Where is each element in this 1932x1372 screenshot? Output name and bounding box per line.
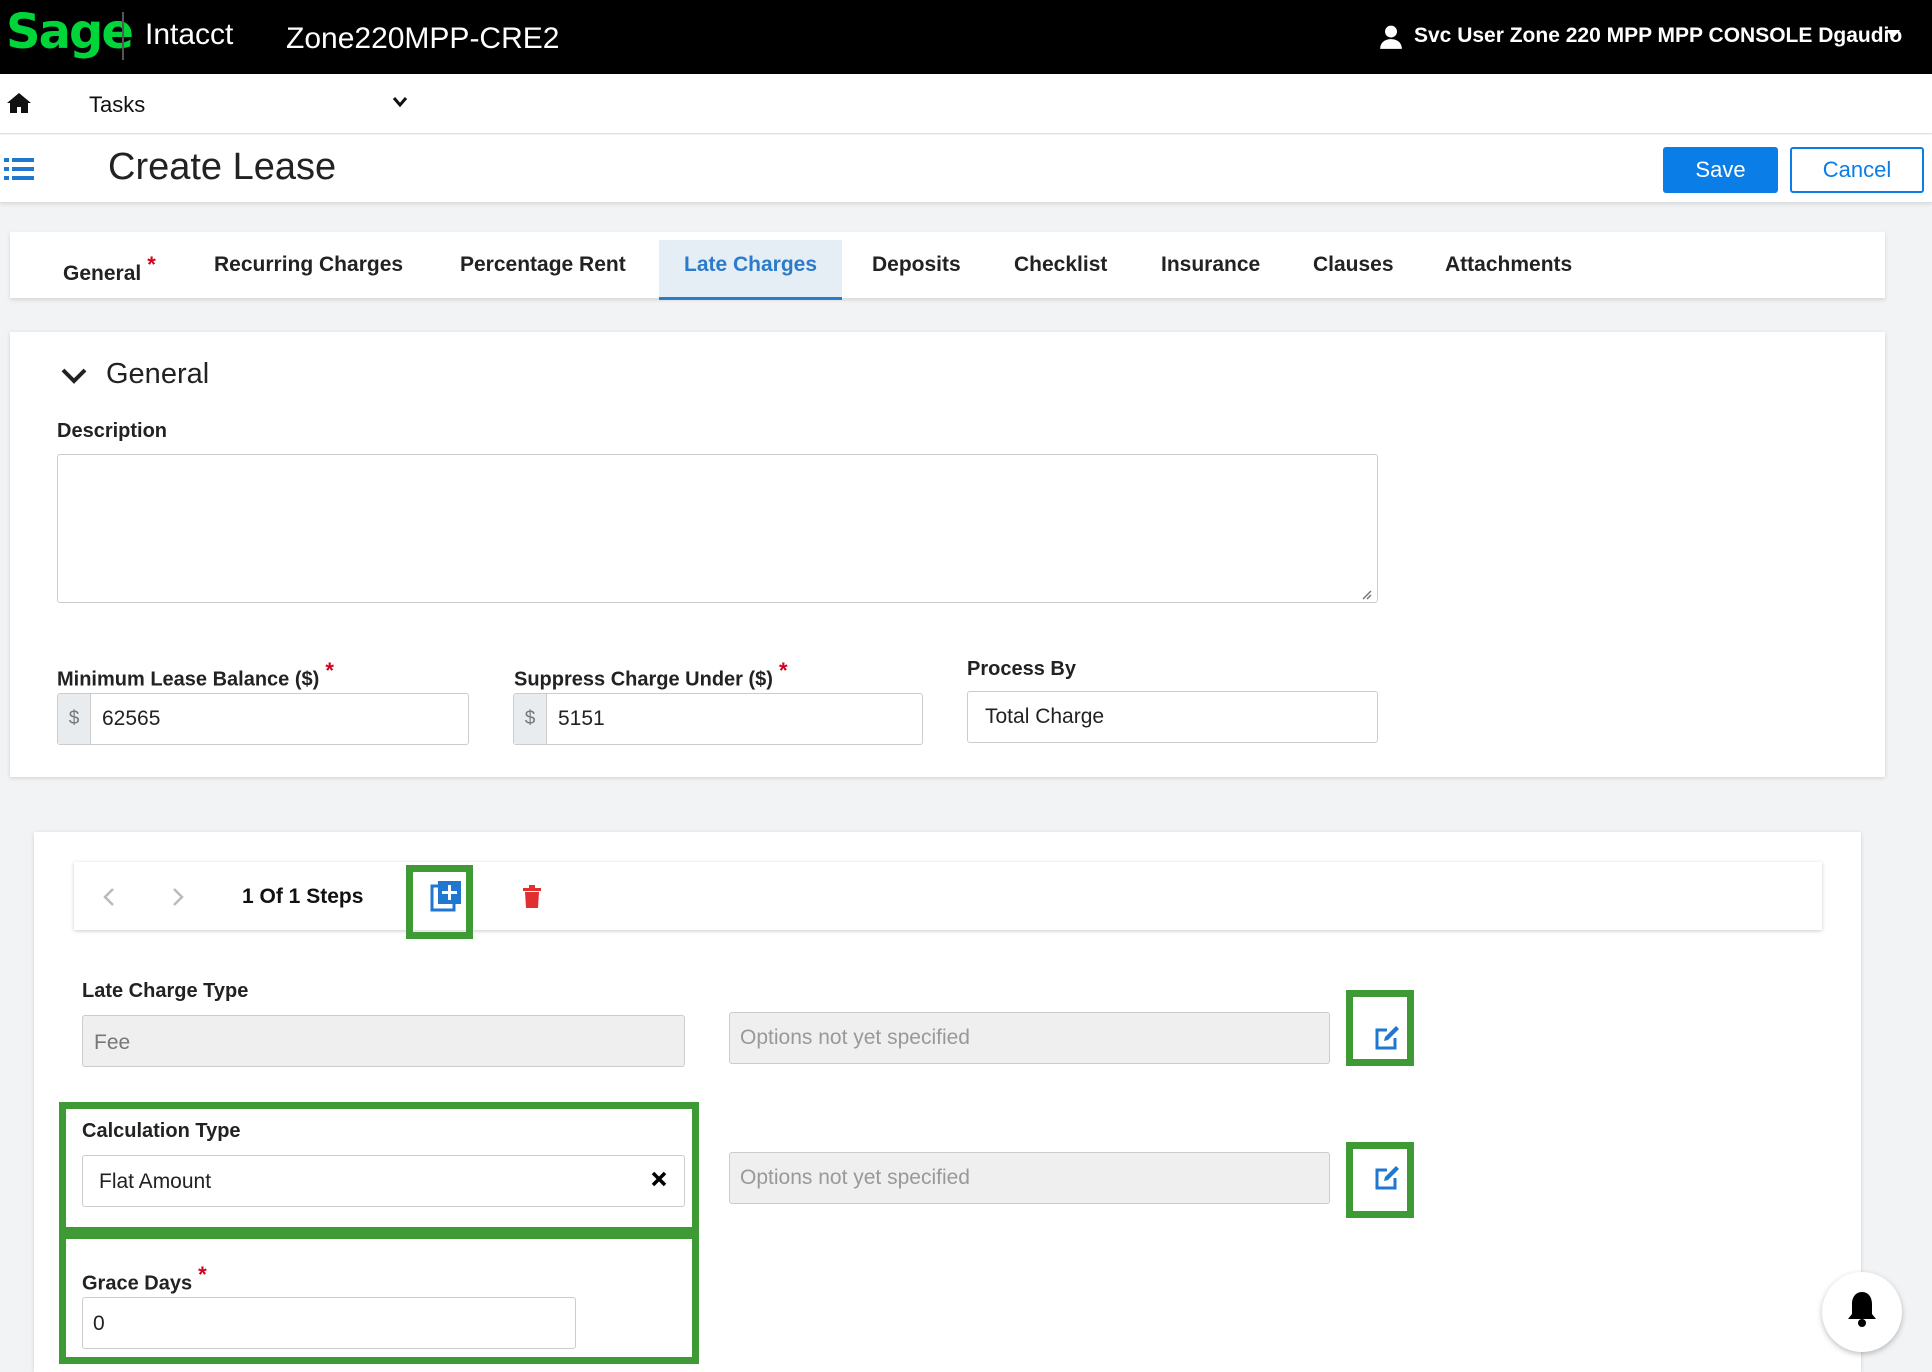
suppress-charge-input[interactable]: $ 5151 (513, 693, 923, 745)
required-indicator: * (325, 658, 334, 683)
late-charge-type-value: Fee (94, 1031, 131, 1054)
tab-late-charges[interactable]: Late Charges (659, 240, 843, 300)
late-charge-type-field: Fee (82, 1015, 685, 1067)
currency-prefix: $ (514, 694, 547, 744)
calculation-type-value: Flat Amount (99, 1170, 212, 1193)
bell-icon (1848, 1292, 1876, 1327)
tasks-bar (0, 74, 1932, 134)
logo-divider (122, 12, 124, 60)
description-label: Description (57, 420, 168, 442)
user-icon (1380, 25, 1402, 49)
suppress-charge-value: 5151 (558, 707, 605, 730)
chevron-down-icon[interactable] (392, 95, 408, 109)
process-by-label: Process By (967, 658, 1076, 680)
late-charge-type-label: Late Charge Type (82, 980, 249, 1002)
trash-icon[interactable] (522, 885, 542, 909)
section-title: General (106, 358, 210, 390)
min-balance-label-text: Minimum Lease Balance ($) (57, 668, 320, 691)
tasks-dropdown[interactable]: Tasks (89, 92, 145, 118)
clear-icon[interactable] (650, 1170, 668, 1188)
tab-percentage-rent[interactable]: Percentage Rent (435, 240, 651, 300)
suppress-charge-label-text: Suppress Charge Under ($) (514, 668, 773, 691)
sage-logo[interactable]: Sage (6, 4, 134, 60)
page-title: Create Lease (108, 146, 337, 188)
calculation-type-label: Calculation Type (82, 1120, 241, 1142)
product-name: Intacct (145, 18, 234, 51)
tab-attachments[interactable]: Attachments (1420, 240, 1597, 300)
company-selector[interactable]: Zone220MPP-CRE2 (286, 22, 559, 56)
required-indicator: * (198, 1262, 207, 1287)
edit-icon[interactable] (1374, 1025, 1400, 1051)
tab-label: General (63, 262, 142, 285)
add-step-icon[interactable] (430, 880, 462, 912)
suppress-charge-label: Suppress Charge Under ($) * (514, 658, 788, 692)
edit-icon[interactable] (1374, 1165, 1400, 1191)
description-textarea[interactable] (57, 454, 1378, 603)
tab-checklist[interactable]: Checklist (989, 240, 1132, 300)
calculation-options-text: Options not yet specified (740, 1166, 970, 1189)
grace-days-input[interactable]: 0 (82, 1297, 576, 1349)
chevron-right-icon[interactable] (170, 887, 186, 907)
late-charge-options-text: Options not yet specified (740, 1026, 970, 1049)
cancel-button[interactable]: Cancel (1790, 147, 1924, 193)
min-balance-input[interactable]: $ 62565 (57, 693, 469, 745)
process-by-select[interactable]: Total Charge (967, 691, 1378, 743)
chevron-left-icon[interactable] (101, 887, 117, 907)
tab-deposits[interactable]: Deposits (847, 240, 986, 300)
save-button[interactable]: Save (1663, 147, 1778, 193)
late-charge-options-field: Options not yet specified (729, 1012, 1330, 1064)
grace-days-label-text: Grace Days (82, 1272, 193, 1295)
caret-down-icon[interactable] (1886, 30, 1900, 38)
home-icon[interactable] (6, 92, 32, 114)
tab-general[interactable]: General * (38, 240, 181, 300)
min-balance-value: 62565 (102, 707, 161, 730)
chevron-down-icon[interactable] (60, 364, 88, 388)
required-indicator: * (147, 252, 156, 277)
tab-recurring-charges[interactable]: Recurring Charges (189, 240, 428, 300)
calculation-type-select[interactable]: Flat Amount (82, 1155, 685, 1207)
currency-prefix: $ (58, 694, 91, 744)
resize-handle-icon[interactable] (1360, 588, 1372, 600)
required-indicator: * (778, 658, 788, 683)
step-counter: 1 Of 1 Steps (242, 885, 364, 908)
calculation-options-field: Options not yet specified (729, 1152, 1330, 1204)
user-menu[interactable]: Svc User Zone 220 MPP MPP CONSOLE Dgaudi… (1414, 24, 1902, 48)
grace-days-label: Grace Days * (82, 1262, 207, 1296)
list-icon[interactable] (4, 156, 34, 182)
process-by-value: Total Charge (985, 705, 1105, 728)
grace-days-value: 0 (93, 1312, 105, 1335)
tab-insurance[interactable]: Insurance (1136, 240, 1285, 300)
tab-clauses[interactable]: Clauses (1288, 240, 1419, 300)
min-balance-label: Minimum Lease Balance ($) * (57, 658, 334, 692)
